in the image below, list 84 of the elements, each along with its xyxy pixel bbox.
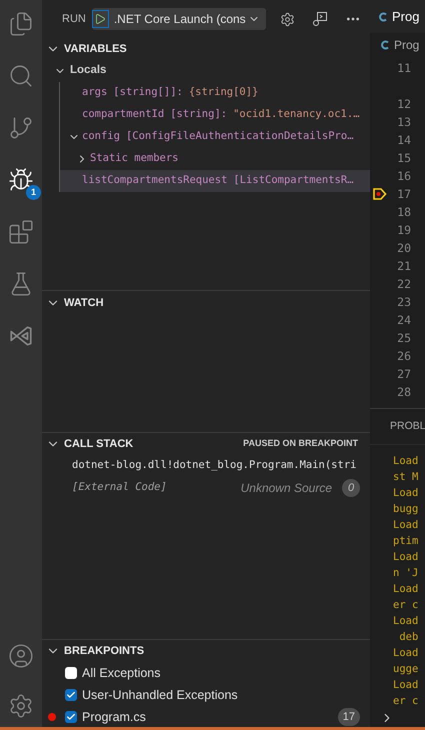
stack-frame[interactable]: [External Code] [72, 480, 167, 496]
output-line: bugg [393, 502, 420, 517]
output-line: Load [393, 582, 420, 597]
line-number: 14 [397, 132, 411, 149]
variable-name: compartmentId [82, 107, 164, 122]
output-line: ptim [393, 534, 420, 549]
variable-type: [string]: [170, 107, 228, 122]
file-type-icon [378, 12, 388, 22]
checkbox[interactable] [65, 689, 77, 701]
line-number: 25 [397, 330, 411, 347]
line-badge: 17 [338, 708, 360, 726]
section-title[interactable]: VARIABLES [64, 40, 127, 58]
line-number: 22 [397, 276, 411, 293]
output-line: Load [393, 518, 420, 533]
file-type-icon [380, 40, 390, 50]
line-number: 21 [397, 258, 411, 275]
variable-value: "ocid1.tenancy.oc1.… [233, 107, 360, 122]
section-title[interactable]: WATCH [64, 294, 104, 312]
output-line: Load [393, 646, 420, 661]
account-icon[interactable] [8, 643, 34, 669]
variable-type: [ConfigFileAuthenticationDetailsPro… [126, 129, 354, 144]
breakpoint-label[interactable]: User-Unhandled Exceptions [82, 686, 238, 704]
output-line: er c [393, 694, 420, 709]
output-line: ugge [393, 662, 420, 677]
breakpoint-arrow-icon [373, 187, 387, 201]
frame-source: Unknown Source [240, 480, 332, 497]
stack-frame[interactable]: dotnet-blog.dll!dotnet_blog.Program.Main(stri [72, 458, 356, 474]
variable-name: Static members [90, 151, 179, 166]
variable-type: [string[]]: [113, 85, 183, 100]
line-number: 28 [397, 384, 411, 401]
output-line: Load [393, 614, 420, 629]
output-line: Load [393, 454, 420, 469]
variable-row[interactable]: args [string[]]: {string[0]} [60, 82, 370, 104]
breakpoint-label[interactable]: All Exceptions [82, 664, 161, 682]
line-number: 11 [397, 60, 411, 77]
run-label: RUN [62, 12, 86, 27]
line-number: 27 [397, 366, 411, 383]
line-number: 17 [397, 186, 411, 203]
variable-name: config [82, 129, 120, 144]
output-line: Load [393, 486, 420, 501]
panel-tab[interactable]: PROBL [390, 418, 425, 434]
line-number: 12 [397, 96, 411, 113]
line-number: 24 [397, 312, 411, 329]
badge: 1 [26, 185, 41, 200]
frame-line-badge: 0 [342, 479, 360, 497]
line-number: 15 [397, 150, 411, 167]
line-number: 19 [397, 222, 411, 239]
line-number: 16 [397, 168, 411, 185]
variable-name: args [82, 85, 108, 100]
breadcrumb[interactable]: Prog [380, 36, 420, 54]
variable-value: {string[0]} [188, 85, 258, 100]
output-line: deb [398, 630, 420, 645]
output-line: st M [393, 470, 420, 485]
variable-row[interactable]: config [ConfigFileAuthenticationDetailsPro… [60, 126, 370, 148]
start-debugging-button[interactable] [92, 10, 109, 28]
line-number: 18 [397, 204, 411, 221]
debug-console-icon[interactable] [312, 11, 328, 27]
variable-type: [ListCompartmentsR… [233, 173, 354, 188]
settings-icon[interactable] [280, 12, 295, 26]
section-title[interactable]: CALL STACK [64, 436, 134, 452]
checkbox[interactable] [65, 711, 77, 723]
line-number: 23 [397, 294, 411, 311]
branch-icon[interactable] [8, 115, 34, 141]
output-line: Load [393, 678, 420, 693]
section-title[interactable]: BREAKPOINTS [64, 642, 144, 660]
line-number: 20 [397, 240, 411, 257]
variable-row[interactable]: Static members [60, 148, 370, 170]
breakpoint-label[interactable]: Program.cs [82, 708, 146, 726]
paused-status: PAUSED ON BREAKPOINT [243, 437, 358, 450]
files-icon[interactable] [8, 11, 34, 37]
output-line: er c [393, 598, 420, 613]
variable-row[interactable]: listCompartmentsRequest [ListCompartmentsR… [60, 170, 370, 192]
blocks-icon[interactable] [8, 219, 34, 245]
variable-row[interactable]: compartmentId [string]: "ocid1.tenancy.oc1.… [60, 104, 370, 126]
checkbox[interactable] [65, 667, 77, 679]
search-icon[interactable] [8, 63, 34, 89]
variable-name: listCompartmentsRequest [82, 173, 228, 188]
output-line: n 'J [393, 566, 420, 581]
output-line: Load [393, 550, 420, 565]
line-number: 26 [397, 348, 411, 365]
line-number: 13 [397, 114, 411, 131]
bug-icon[interactable] [8, 167, 34, 193]
play-icon [94, 13, 106, 25]
scope-label[interactable]: Locals [70, 62, 106, 80]
